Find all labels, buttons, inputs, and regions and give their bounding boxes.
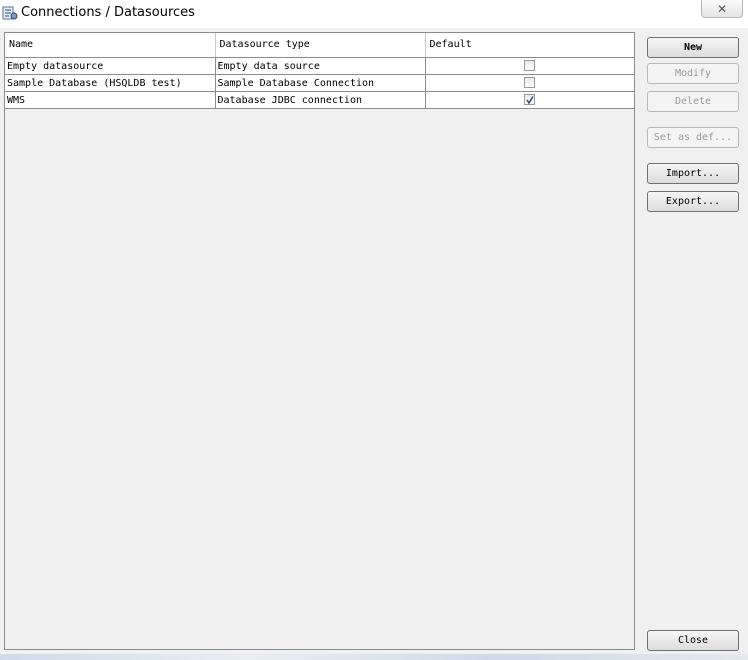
close-window-button[interactable]: ✕	[701, 0, 743, 18]
modify-button[interactable]: Modify	[647, 63, 739, 84]
default-checkbox[interactable]	[524, 59, 536, 71]
cell-name[interactable]: WMS	[5, 91, 216, 109]
set-as-default-button[interactable]: Set as def...	[647, 127, 739, 148]
delete-button[interactable]: Delete	[647, 91, 739, 112]
cell-default[interactable]	[425, 91, 634, 109]
default-checkbox[interactable]	[524, 93, 536, 105]
table-header-row: Name Datasource type Default	[5, 33, 634, 58]
datasource-app-icon	[2, 5, 18, 21]
table-row[interactable]: Empty datasource Empty data source	[5, 57, 634, 75]
cell-datasource-type[interactable]: Empty data source	[215, 57, 426, 75]
window-bottom-edge	[0, 654, 748, 660]
column-header-datasource-type[interactable]: Datasource type	[215, 33, 426, 58]
cell-default[interactable]	[425, 74, 634, 92]
export-button[interactable]: Export...	[647, 191, 739, 212]
cell-datasource-type[interactable]: Sample Database Connection	[215, 74, 426, 92]
close-button[interactable]: Close	[647, 630, 739, 651]
new-button[interactable]: New	[647, 37, 739, 58]
datasource-table: Name Datasource type Default Empty datas…	[5, 33, 634, 109]
datasource-table-panel: Name Datasource type Default Empty datas…	[4, 32, 635, 650]
column-header-name[interactable]: Name	[5, 33, 216, 58]
column-header-default[interactable]: Default	[425, 33, 634, 58]
close-icon: ✕	[716, 1, 728, 16]
window-title: Connections / Datasources	[21, 5, 195, 20]
cell-datasource-type[interactable]: Database JDBC connection	[215, 91, 426, 109]
check-icon	[526, 95, 534, 104]
cell-name[interactable]: Sample Database (HSQLDB test)	[5, 74, 216, 92]
cell-name[interactable]: Empty datasource	[5, 57, 216, 75]
import-button[interactable]: Import...	[647, 163, 739, 184]
table-row[interactable]: Sample Database (HSQLDB test) Sample Dat…	[5, 74, 634, 92]
title-bar: Connections / Datasources ✕	[0, 0, 748, 28]
default-checkbox[interactable]	[524, 76, 536, 88]
table-row[interactable]: WMS Database JDBC connection	[5, 91, 634, 109]
cell-default[interactable]	[425, 57, 634, 75]
